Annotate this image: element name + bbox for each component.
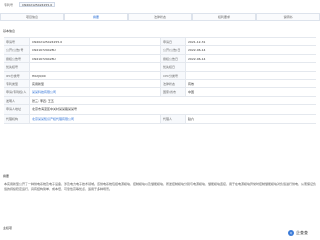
brand-logo: Q 企查查 xyxy=(288,229,316,236)
inventor-label: 发明人 xyxy=(4,96,30,105)
inventor-value: 张三; 李四; 王五 xyxy=(32,98,54,103)
pub-date-value: 2022-06-14 xyxy=(188,48,206,53)
priority-label: 优先权号 xyxy=(4,63,30,71)
logo-icon: Q xyxy=(288,229,294,236)
agency-link[interactable]: 北京某某知识产权代理有限公司 xyxy=(30,115,160,122)
patent-type-label: 专利类型 xyxy=(4,79,30,88)
pub-date-label: 公开(公告)日 xyxy=(160,46,186,54)
tabs-divider xyxy=(0,20,320,21)
table-row: IPC分类号 H02J9/00 CPC分类号 xyxy=(4,71,316,80)
table-row: 申请(专利权)人 某某科技有限公司 国家/省市 中国 xyxy=(4,88,316,97)
address-label: 申请人地址 xyxy=(4,105,30,115)
section-title-abstract: 摘要 xyxy=(3,174,10,178)
table-row: 优先权号 优先权日 xyxy=(4,63,316,72)
cpc-label: CPC分类号 xyxy=(160,71,186,79)
cpc-value xyxy=(186,72,316,79)
logo-text: 企查查 xyxy=(296,229,308,235)
header-bar: 专利号 CN202125424155.0 xyxy=(0,0,320,10)
status-label: 法律状态 xyxy=(160,79,186,88)
ipc-label: IPC分类号 xyxy=(4,71,30,79)
grant-no-value: CN216729428U xyxy=(32,56,56,61)
ipc-value: H02J9/00 xyxy=(32,73,46,78)
priority-value xyxy=(30,63,160,70)
grant-no-label: 授权公告号 xyxy=(4,54,30,63)
patent-type-value: 实用新型 xyxy=(32,81,45,86)
abstract-text: 本实用新型公开了一种供电系统及电子设备，涉及电力电子技术领域。该供电系统包括电源… xyxy=(4,182,316,191)
application-no-value: CN202125424155.0 xyxy=(32,40,63,44)
patent-number-label: 专利号 xyxy=(4,3,14,7)
table-row: 申请号 CN202125424155.0 申请日 2021-12-31 xyxy=(4,38,316,47)
application-no-label: 申请号 xyxy=(4,38,30,46)
address-value: 北京市海淀区中关村某某路某某号 xyxy=(32,107,78,112)
patent-number-field[interactable]: CN202125424155.0 xyxy=(19,2,55,7)
pub-no-value: CN216729428U xyxy=(32,48,56,53)
agent-label: 代理人 xyxy=(160,115,186,123)
info-table: 申请号 CN202125424155.0 申请日 2021-12-31 公开(公… xyxy=(4,37,316,124)
table-row: 代理机构 北京某某知识产权代理有限公司 代理人 赵六 xyxy=(4,115,316,124)
table-row: 发明人 张三; 李四; 王五 xyxy=(4,96,316,106)
pub-no-label: 公开(公告)号 xyxy=(4,46,30,54)
table-row: 授权公告号 CN216729428U 授权公告日 2022-06-14 xyxy=(4,54,316,64)
agency-label: 代理机构 xyxy=(4,115,30,123)
applicant-label: 申请(专利权)人 xyxy=(4,88,30,96)
priority-date-label: 优先权日 xyxy=(160,63,186,71)
section-title-basic: 基本信息 xyxy=(3,29,16,33)
agent-value: 赵六 xyxy=(188,117,195,122)
applicant-link[interactable]: 某某科技有限公司 xyxy=(30,88,160,95)
table-row: 公开(公告)号 CN216729428U 公开(公告)日 2022-06-14 xyxy=(4,46,316,55)
status-value: 有效 xyxy=(188,81,195,86)
country-value: 中国 xyxy=(188,90,195,95)
grant-date-label: 授权公告日 xyxy=(160,54,186,63)
table-row: 专利类型 实用新型 法律状态 有效 xyxy=(4,79,316,89)
application-date-label: 申请日 xyxy=(160,38,186,46)
priority-date-value xyxy=(186,63,316,70)
section-title-claims: 主权项 xyxy=(3,226,13,230)
grant-date-value: 2022-06-14 xyxy=(188,56,206,61)
table-row: 申请人地址 北京市海淀区中关村某某路某某号 xyxy=(4,105,316,116)
application-date-value: 2021-12-31 xyxy=(188,40,206,44)
country-label: 国家/省市 xyxy=(160,88,186,96)
